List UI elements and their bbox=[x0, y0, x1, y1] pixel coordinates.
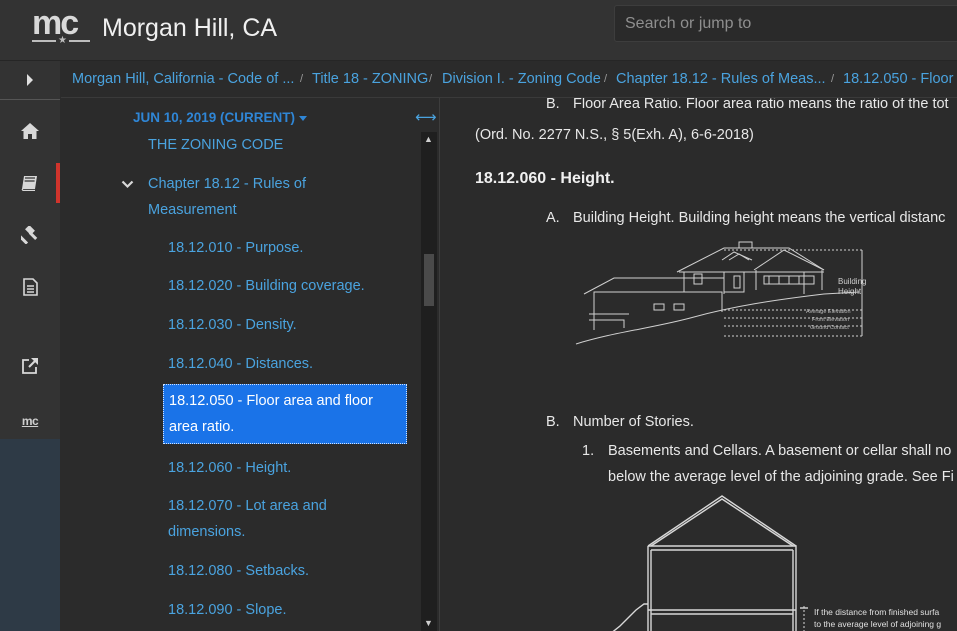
ordinance-ref: (Ord. No. 2277 N.S., § 5(Exh. A), 6-6-20… bbox=[475, 127, 754, 143]
search-input[interactable] bbox=[614, 5, 957, 42]
toc-item-050-selected[interactable]: 18.12.050 - Floor area and floor area ra… bbox=[163, 384, 407, 444]
logo-star-icon: ★ bbox=[56, 35, 69, 46]
breadcrumb-separator: / bbox=[831, 73, 835, 85]
basement-line2: below the average level of the adjoining… bbox=[608, 469, 954, 485]
breadcrumb-item-title[interactable]: Title 18 - ZONING bbox=[312, 71, 428, 87]
toc-chapter-line1: Chapter 18.12 - Rules of bbox=[148, 176, 306, 192]
toc-item-050-line1: 18.12.050 - Floor area and floor bbox=[169, 393, 373, 409]
version-dropdown[interactable]: JUN 10, 2019 (CURRENT) bbox=[133, 110, 308, 125]
basement-figure: If the distance from finished surfa to t… bbox=[612, 495, 941, 631]
breadcrumb-item-division[interactable]: Division I. - Zoning Code bbox=[442, 71, 601, 87]
toc-panel: JUN 10, 2019 (CURRENT) ⟷ THE ZONING CODE… bbox=[61, 98, 439, 631]
book-icon[interactable] bbox=[0, 163, 60, 203]
toc-item-080[interactable]: 18.12.080 - Setbacks. bbox=[168, 558, 309, 584]
gavel-icon[interactable] bbox=[0, 215, 60, 255]
document-icon[interactable] bbox=[0, 267, 60, 307]
breadcrumb-separator: / bbox=[429, 73, 433, 85]
scroll-thumb[interactable] bbox=[424, 254, 434, 306]
number-of-stories: Number of Stories. bbox=[573, 414, 694, 430]
left-rail: mc bbox=[0, 61, 60, 631]
fig1-front-elev: Front Elevation bbox=[812, 317, 849, 323]
site-title[interactable]: Morgan Hill, CA bbox=[102, 14, 277, 43]
mc-logo-icon[interactable]: mc bbox=[0, 401, 60, 441]
label-1: 1. bbox=[582, 443, 595, 459]
scroll-up-icon[interactable]: ▲ bbox=[424, 134, 433, 144]
toc-item-040[interactable]: 18.12.040 - Distances. bbox=[168, 351, 313, 377]
toc-item-020[interactable]: 18.12.020 - Building coverage. bbox=[168, 273, 365, 299]
breadcrumb-item-section[interactable]: 18.12.050 - Floor a bbox=[843, 71, 957, 87]
breadcrumb: Morgan Hill, California - Code of ... / … bbox=[61, 61, 957, 98]
fig1-building-label: Building bbox=[838, 277, 866, 286]
toc-item-070-line1: 18.12.070 - Lot area and bbox=[168, 498, 327, 514]
caret-right-icon[interactable] bbox=[0, 61, 60, 100]
toc-item-010[interactable]: 18.12.010 - Purpose. bbox=[168, 235, 303, 261]
external-link-icon[interactable] bbox=[0, 346, 60, 386]
content-pane: B. Floor Area Ratio. Floor area ratio me… bbox=[440, 98, 957, 631]
toc-item-060[interactable]: 18.12.060 - Height. bbox=[168, 455, 291, 481]
fig1-height-label: Height bbox=[838, 287, 862, 296]
toc-item-030[interactable]: 18.12.030 - Density. bbox=[168, 312, 297, 338]
breadcrumb-separator: / bbox=[604, 73, 608, 85]
logo-text: mc bbox=[32, 4, 79, 42]
building-height-definition: Building Height. Building height means t… bbox=[573, 210, 946, 226]
fig1-ground-contact: Ground Contact bbox=[810, 325, 849, 331]
toc-chapter-line2: Measurement bbox=[148, 202, 237, 218]
basement-line1: Basements and Cellars. A basement or cel… bbox=[608, 443, 952, 459]
expand-width-icon[interactable]: ⟷ bbox=[415, 108, 437, 126]
version-label: JUN 10, 2019 (CURRENT) bbox=[133, 110, 296, 125]
toc-item-070[interactable]: 18.12.070 - Lot area and dimensions. bbox=[168, 493, 327, 545]
municode-logo[interactable]: mc ★ bbox=[32, 4, 90, 46]
fig1-avg-elev: Average Elevation bbox=[806, 309, 851, 315]
rail-lower-area bbox=[0, 439, 60, 631]
home-icon[interactable] bbox=[0, 111, 60, 151]
toc-item-070-line2: dimensions. bbox=[168, 524, 246, 540]
toc-root-zoning-code[interactable]: THE ZONING CODE bbox=[148, 132, 283, 158]
far-definition: Floor Area Ratio. Floor area ratio means… bbox=[573, 98, 949, 112]
breadcrumb-item-chapter[interactable]: Chapter 18.12 - Rules of Meas... bbox=[616, 71, 826, 87]
mc-small-text: mc bbox=[21, 414, 39, 428]
top-header: mc ★ Morgan Hill, CA bbox=[0, 0, 957, 61]
toc-chapter-18-12[interactable]: Chapter 18.12 - Rules of Measurement bbox=[148, 171, 306, 223]
scroll-down-icon[interactable]: ▼ bbox=[424, 618, 433, 628]
chevron-down-icon[interactable] bbox=[121, 176, 134, 194]
fig2-note-line2: to the average level of adjoining g bbox=[814, 619, 941, 629]
label-b2: B. bbox=[546, 414, 560, 430]
toc-item-090[interactable]: 18.12.090 - Slope. bbox=[168, 597, 287, 623]
toc-item-050-line2: area ratio. bbox=[169, 419, 235, 435]
label-b: B. bbox=[546, 98, 560, 112]
fig2-note-line1: If the distance from finished surfa bbox=[814, 607, 939, 617]
caret-down-icon bbox=[299, 115, 308, 121]
label-a: A. bbox=[546, 210, 560, 226]
breadcrumb-separator: / bbox=[300, 73, 304, 85]
rail-active-indicator bbox=[56, 163, 60, 203]
building-height-figure: Building Height Average Elevation Front … bbox=[575, 241, 866, 345]
section-title: 18.12.060 - Height. bbox=[475, 170, 615, 187]
breadcrumb-item-code[interactable]: Morgan Hill, California - Code of ... bbox=[72, 71, 294, 87]
toc-scrollbar[interactable]: ▲ ▼ bbox=[421, 132, 437, 631]
